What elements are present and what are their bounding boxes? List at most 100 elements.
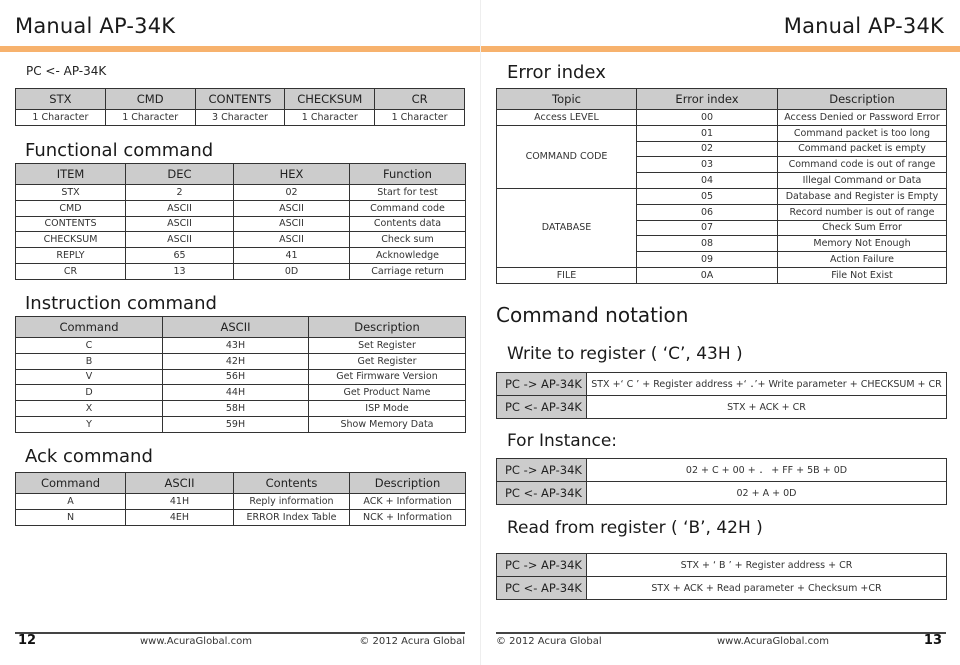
- cell: 4EH: [125, 508, 234, 526]
- cell: 43H: [162, 337, 309, 354]
- error-code-cell: 06: [636, 203, 778, 221]
- subsection-title-read: Read from register ( ‘B’, 42H ): [507, 518, 763, 538]
- frame-table: STX CMD CONTENTS CHECKSUM CR 1 Character…: [15, 88, 465, 126]
- topic-cell: FILE: [496, 266, 637, 284]
- cell: 02: [233, 184, 350, 201]
- cell: 0D: [233, 262, 350, 280]
- header-cell: ASCII: [125, 472, 234, 494]
- footer-website-link[interactable]: www.AcuraGlobal.com: [717, 636, 829, 647]
- cell: CMD: [15, 199, 126, 217]
- error-code-cell: 04: [636, 172, 778, 189]
- header-cell: DEC: [125, 163, 234, 185]
- frame-label: PC <- AP-34K: [26, 64, 107, 78]
- cell: ASCII: [125, 231, 234, 249]
- notation-value: STX + ACK + CR: [586, 395, 947, 419]
- table-row: N 4EH ERROR Index Table NCK + Information: [15, 508, 466, 526]
- cell: Y: [15, 415, 163, 433]
- header-cell: Description: [349, 472, 466, 494]
- cell: 65: [125, 247, 234, 264]
- table-row: PC <- AP-34K 02 + A + 0D: [496, 481, 947, 505]
- cell: Carriage return: [349, 262, 466, 280]
- table-row: PC -> AP-34K STX + ‘ B ’ + Register addr…: [496, 553, 947, 577]
- direction-label: PC -> AP-34K: [496, 372, 587, 396]
- direction-label: PC -> AP-34K: [496, 553, 587, 577]
- cell: 44H: [162, 384, 309, 402]
- error-code-cell: 00: [636, 109, 778, 126]
- header-cell: Function: [349, 163, 466, 185]
- error-index-table: Topic Error index Description Access LEV…: [496, 88, 947, 284]
- instance-table: PC -> AP-34K 02 + C + 00 + ． + FF + 5B +…: [496, 458, 947, 505]
- cell: ACK + Information: [349, 493, 466, 510]
- header-cell: ASCII: [162, 316, 309, 338]
- header-accent-bar: [0, 46, 480, 52]
- notation-value: 02 + C + 00 + ． + FF + 5B + 0D: [586, 458, 947, 482]
- footer-copyright: © 2012 Acura Global: [496, 636, 602, 647]
- header-cell: Contents: [233, 472, 350, 494]
- cell: B: [15, 352, 163, 370]
- cell: ERROR Index Table: [233, 508, 350, 526]
- direction-label: PC -> AP-34K: [496, 458, 587, 482]
- error-description-cell: Command packet is empty: [777, 140, 947, 158]
- error-description-cell: Database and Register is Empty: [777, 187, 947, 205]
- section-title-error-index: Error index: [507, 62, 606, 83]
- table-row: FILE 0A File Not Exist: [496, 266, 947, 284]
- cell: ASCII: [233, 231, 350, 249]
- cell: Get Product Name: [308, 384, 466, 402]
- error-code-cell: 09: [636, 251, 778, 268]
- cell: Check sum: [349, 231, 466, 249]
- header-cell: CR: [374, 88, 465, 110]
- header-cell: CONTENTS: [194, 88, 286, 110]
- table-row: CONTENTS ASCII ASCII Contents data: [15, 215, 466, 233]
- page-number: 12: [18, 633, 37, 648]
- error-code-cell: 01: [636, 124, 778, 142]
- table-row: REPLY 65 41 Acknowledge: [15, 247, 466, 264]
- cell: 1 Character: [284, 109, 376, 126]
- page-title: Manual AP-34K: [783, 14, 944, 38]
- cell: A: [15, 493, 126, 510]
- cell: 59H: [162, 415, 309, 433]
- header-cell: HEX: [233, 163, 350, 185]
- cell: CONTENTS: [15, 215, 126, 233]
- header-cell: Command: [15, 316, 163, 338]
- cell: ISP Mode: [308, 400, 466, 417]
- cell: 56H: [162, 368, 309, 386]
- cell: Show Memory Data: [308, 415, 466, 433]
- cell: Set Register: [308, 337, 466, 354]
- table-row: CMD ASCII ASCII Command code: [15, 199, 466, 217]
- instruction-command-table: Command ASCII Description C 43H Set Regist…: [15, 316, 466, 433]
- error-description-cell: Action Failure: [777, 251, 947, 268]
- table-row: Y 59H Show Memory Data: [15, 415, 466, 433]
- cell: ASCII: [233, 215, 350, 233]
- error-code-cell: 08: [636, 235, 778, 253]
- subsection-title-instance: For Instance:: [507, 431, 618, 451]
- section-title-ack: Ack command: [25, 446, 153, 467]
- functional-command-table: ITEM DEC HEX Function STX 2 02 Start for te…: [15, 163, 466, 280]
- error-description-cell: Command code is out of range: [777, 156, 947, 174]
- header-cell: Error index: [636, 88, 778, 110]
- error-code-cell: 0A: [636, 266, 778, 284]
- cell: 58H: [162, 400, 309, 417]
- cell: Get Register: [308, 352, 466, 370]
- header-cell: Description: [777, 88, 947, 110]
- header-cell: Command: [15, 472, 126, 494]
- error-code-cell: 03: [636, 156, 778, 174]
- table-row: X 58H ISP Mode: [15, 400, 466, 417]
- cell: Contents data: [349, 215, 466, 233]
- error-description-cell: Command packet is too long: [777, 124, 947, 142]
- page-number: 13: [923, 633, 942, 648]
- table-row: DATABASE 05 Database and Register is Empty: [496, 187, 947, 268]
- footer-website-link[interactable]: www.AcuraGlobal.com: [140, 636, 252, 647]
- left-page: Manual AP-34K PC <- AP-34K STX CMD CONTE…: [0, 0, 480, 665]
- topic-cell: Access LEVEL: [496, 109, 637, 126]
- error-code-cell: 02: [636, 140, 778, 158]
- cell: NCK + Information: [349, 508, 466, 526]
- header-cell: CMD: [104, 88, 196, 110]
- cell: STX: [15, 184, 126, 201]
- cell: V: [15, 368, 163, 386]
- header-cell: Topic: [496, 88, 637, 110]
- table-row: V 56H Get Firmware Version: [15, 368, 466, 386]
- table-row: PC -> AP-34K 02 + C + 00 + ． + FF + 5B +…: [496, 458, 947, 482]
- right-page: Manual AP-34K Error index Topic Error in…: [480, 0, 960, 665]
- page-title: Manual AP-34K: [15, 14, 176, 38]
- cell: 13: [125, 262, 234, 280]
